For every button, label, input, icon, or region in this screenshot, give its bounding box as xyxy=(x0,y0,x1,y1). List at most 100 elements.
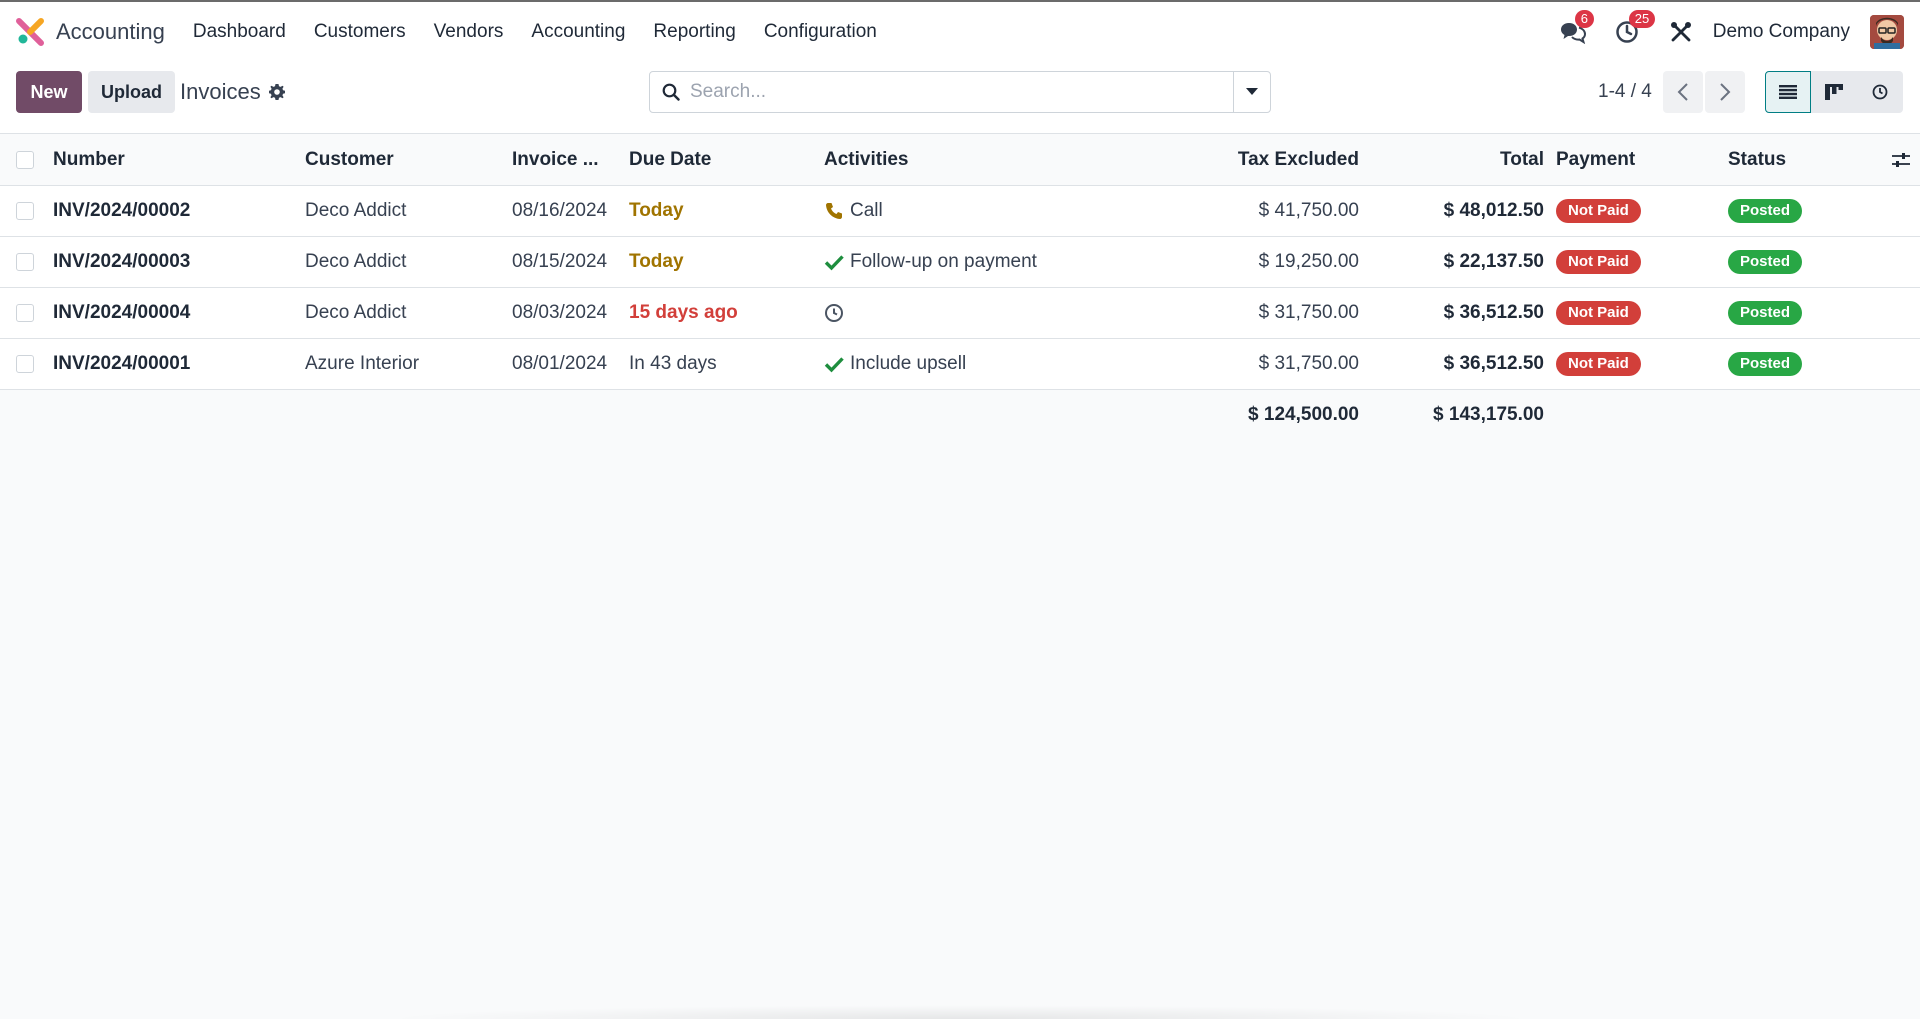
upload-button[interactable]: Upload xyxy=(88,71,175,113)
invoice-number[interactable]: INV/2024/00002 xyxy=(53,186,190,236)
activity-cell[interactable]: Call xyxy=(824,186,883,236)
status-badge: Posted xyxy=(1728,352,1803,376)
search-input[interactable] xyxy=(690,76,1210,108)
check-icon[interactable] xyxy=(824,354,844,374)
total-amount[interactable]: $ 36,512.50 xyxy=(1444,288,1544,338)
column-tax-excluded[interactable]: Tax Excluded xyxy=(1238,134,1359,185)
optional-columns-button[interactable] xyxy=(1892,134,1910,185)
customer-name[interactable]: Deco Addict xyxy=(305,288,406,338)
due-date[interactable]: Today xyxy=(629,237,684,287)
invoice-number[interactable]: INV/2024/00004 xyxy=(53,288,190,338)
search-icon xyxy=(662,83,680,107)
row-checkbox[interactable] xyxy=(16,237,34,287)
invoice-date[interactable]: 08/03/2024 xyxy=(512,288,607,338)
activities-count-badge: 25 xyxy=(1628,10,1656,28)
clock-icon[interactable] xyxy=(824,303,844,323)
status-cell[interactable]: Posted xyxy=(1728,288,1803,338)
status-cell[interactable]: Posted xyxy=(1728,186,1803,236)
table-row[interactable]: INV/2024/00001 Azure Interior 08/01/2024… xyxy=(0,339,1920,390)
column-payment[interactable]: Payment xyxy=(1556,134,1635,185)
invoice-date[interactable]: 08/01/2024 xyxy=(512,339,607,389)
column-number[interactable]: Number xyxy=(53,134,125,185)
column-status[interactable]: Status xyxy=(1728,134,1786,185)
search-options-toggle[interactable] xyxy=(1233,72,1270,112)
payment-badge: Not Paid xyxy=(1556,352,1641,376)
column-invoice-date[interactable]: Invoice ... xyxy=(512,134,599,185)
list-view-button[interactable] xyxy=(1765,71,1811,113)
row-checkbox[interactable] xyxy=(16,339,34,389)
list-icon xyxy=(1779,85,1797,99)
due-date[interactable]: Today xyxy=(629,186,684,236)
kanban-view-button[interactable] xyxy=(1811,71,1857,113)
total-amount[interactable]: $ 36,512.50 xyxy=(1444,339,1544,389)
activity-summary: Follow-up on payment xyxy=(850,251,1037,272)
new-button[interactable]: New xyxy=(16,71,82,113)
payment-status-cell[interactable]: Not Paid xyxy=(1556,237,1641,287)
menu-reporting[interactable]: Reporting xyxy=(639,21,749,43)
activity-cell[interactable] xyxy=(824,288,850,338)
menu-customers[interactable]: Customers xyxy=(300,21,420,43)
activity-summary: Include upsell xyxy=(850,353,967,374)
row-checkbox[interactable] xyxy=(16,186,34,236)
bottom-shadow xyxy=(380,1005,1540,1019)
total-amount[interactable]: $ 48,012.50 xyxy=(1444,186,1544,236)
app-brand[interactable]: Accounting xyxy=(16,18,179,46)
table-row[interactable]: INV/2024/00004 Deco Addict 08/03/2024 15… xyxy=(0,288,1920,339)
select-all-checkbox[interactable] xyxy=(16,134,34,185)
menu-dashboard[interactable]: Dashboard xyxy=(179,21,300,43)
messages-button[interactable]: 6 xyxy=(1557,10,1594,48)
column-due-date[interactable]: Due Date xyxy=(629,134,711,185)
due-date[interactable]: In 43 days xyxy=(629,339,717,389)
customer-name[interactable]: Deco Addict xyxy=(305,237,406,287)
tax-excluded-amount[interactable]: $ 41,750.00 xyxy=(1259,186,1359,236)
invoice-date[interactable]: 08/16/2024 xyxy=(512,186,607,236)
customer-name[interactable]: Deco Addict xyxy=(305,186,406,236)
pager-next-button[interactable] xyxy=(1705,71,1745,113)
view-switcher xyxy=(1765,71,1905,113)
tax-excluded-amount[interactable]: $ 19,250.00 xyxy=(1259,237,1359,287)
payment-status-cell[interactable]: Not Paid xyxy=(1556,288,1641,338)
menu-accounting[interactable]: Accounting xyxy=(517,21,639,43)
invoice-number[interactable]: INV/2024/00003 xyxy=(53,237,190,287)
due-date[interactable]: 15 days ago xyxy=(629,288,738,338)
messages-count-badge: 6 xyxy=(1574,10,1594,28)
payment-badge: Not Paid xyxy=(1556,250,1641,274)
table-row[interactable]: INV/2024/00003 Deco Addict 08/15/2024 To… xyxy=(0,237,1920,288)
phone-icon[interactable] xyxy=(824,201,844,221)
column-customer[interactable]: Customer xyxy=(305,134,394,185)
tax-excluded-amount[interactable]: $ 31,750.00 xyxy=(1259,288,1359,338)
debug-tools-button[interactable] xyxy=(1665,16,1697,48)
column-total[interactable]: Total xyxy=(1500,134,1544,185)
customer-name[interactable]: Azure Interior xyxy=(305,339,419,389)
tax-excluded-sum: $ 124,500.00 xyxy=(1248,404,1359,425)
menu-configuration[interactable]: Configuration xyxy=(750,21,891,43)
activities-button[interactable]: 25 xyxy=(1611,10,1656,48)
pager-previous-button[interactable] xyxy=(1663,71,1703,113)
payment-status-cell[interactable]: Not Paid xyxy=(1556,339,1641,389)
payment-badge: Not Paid xyxy=(1556,199,1641,223)
check-icon[interactable] xyxy=(824,252,844,272)
activity-view-button[interactable] xyxy=(1857,71,1903,113)
payment-status-cell[interactable]: Not Paid xyxy=(1556,186,1641,236)
status-cell[interactable]: Posted xyxy=(1728,339,1803,389)
row-checkbox[interactable] xyxy=(16,288,34,338)
page-title: Invoices xyxy=(180,79,261,104)
column-activities[interactable]: Activities xyxy=(824,134,908,185)
menu-vendors[interactable]: Vendors xyxy=(420,21,518,43)
activity-summary: Call xyxy=(850,200,883,221)
activity-cell[interactable]: Follow-up on payment xyxy=(824,237,1037,287)
app-name[interactable]: Accounting xyxy=(56,19,165,45)
invoice-number[interactable]: INV/2024/00001 xyxy=(53,339,190,389)
pager-value[interactable]: 1-4 / 4 xyxy=(1598,81,1652,103)
table-row[interactable]: INV/2024/00002 Deco Addict 08/16/2024 To… xyxy=(0,186,1920,237)
odoo-app-icon[interactable] xyxy=(16,18,44,46)
user-avatar[interactable] xyxy=(1870,15,1904,49)
tax-excluded-amount[interactable]: $ 31,750.00 xyxy=(1259,339,1359,389)
activity-cell[interactable]: Include upsell xyxy=(824,339,966,389)
total-sum: $ 143,175.00 xyxy=(1433,404,1544,425)
total-amount[interactable]: $ 22,137.50 xyxy=(1444,237,1544,287)
status-cell[interactable]: Posted xyxy=(1728,237,1803,287)
invoice-date[interactable]: 08/15/2024 xyxy=(512,237,607,287)
company-switcher[interactable]: Demo Company xyxy=(1713,21,1850,43)
gear-icon[interactable] xyxy=(268,83,286,107)
